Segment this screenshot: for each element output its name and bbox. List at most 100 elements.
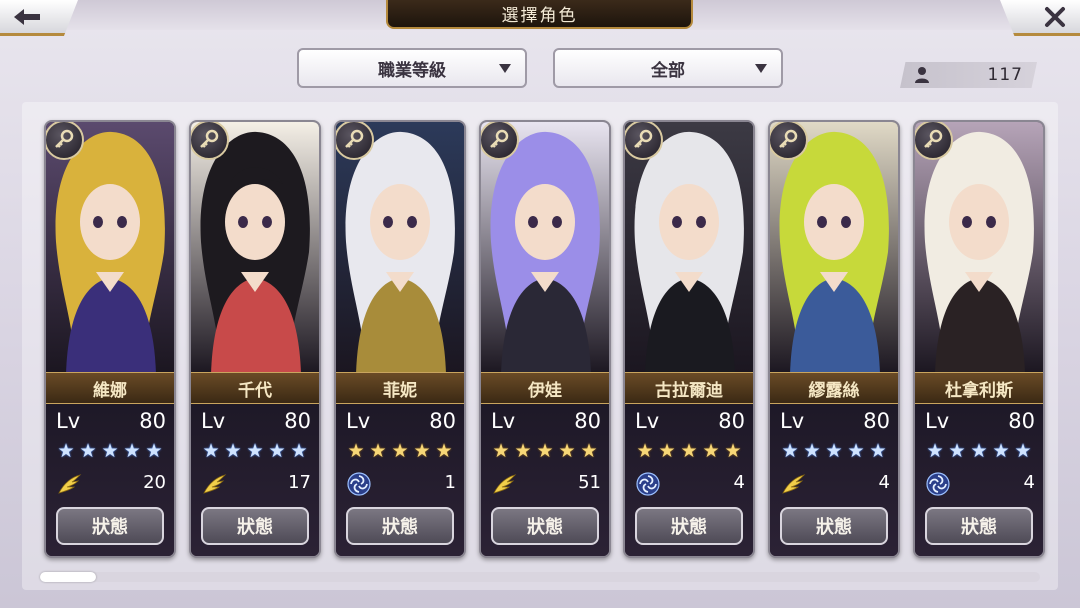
rarity-stars: ★ ★ ★ ★ ★ xyxy=(780,441,892,463)
wing-icon xyxy=(203,474,227,494)
star-icon: ★ xyxy=(847,440,865,462)
status-button[interactable]: 狀態 xyxy=(925,507,1033,545)
star-icon: ★ xyxy=(224,440,242,462)
character-card[interactable]: 杜拿利斯 Lv 80 ★ ★ ★ ★ ★ 4 狀態 xyxy=(913,120,1045,558)
type-row: 17 xyxy=(201,469,311,499)
level-row: Lv 80 xyxy=(346,409,456,437)
back-button[interactable] xyxy=(0,0,78,36)
type-row: 4 xyxy=(780,469,890,499)
close-button[interactable] xyxy=(1000,0,1080,36)
character-card[interactable]: 維娜 Lv 80 ★ ★ ★ ★ ★ 20 狀態 xyxy=(44,120,176,558)
key-icon xyxy=(625,122,663,160)
level-value: 80 xyxy=(284,409,311,433)
type-value: 20 xyxy=(143,472,166,493)
star-icon: ★ xyxy=(123,440,141,462)
wing-icon xyxy=(782,474,806,494)
level-label: Lv xyxy=(780,409,805,433)
level-row: Lv 80 xyxy=(491,409,601,437)
type-value: 4 xyxy=(878,472,890,493)
level-row: Lv 80 xyxy=(925,409,1035,437)
scrollbar-thumb[interactable] xyxy=(40,572,96,582)
star-icon: ★ xyxy=(514,440,532,462)
star-icon: ★ xyxy=(803,440,821,462)
chevron-down-icon xyxy=(499,64,511,73)
filter-all-dropdown[interactable]: 全部 xyxy=(553,48,783,88)
star-icon: ★ xyxy=(558,440,576,462)
rarity-stars: ★ ★ ★ ★ ★ xyxy=(346,441,458,463)
star-icon: ★ xyxy=(290,440,308,462)
class-rank-dropdown[interactable]: 職業等級 xyxy=(297,48,527,88)
status-button[interactable]: 狀態 xyxy=(780,507,888,545)
level-row: Lv 80 xyxy=(201,409,311,437)
character-card[interactable]: 伊娃 Lv 80 ★ ★ ★ ★ ★ 51 狀態 xyxy=(479,120,611,558)
level-label: Lv xyxy=(201,409,226,433)
type-row: 4 xyxy=(635,469,745,499)
star-icon: ★ xyxy=(869,440,887,462)
key-icon xyxy=(191,122,229,160)
star-icon: ★ xyxy=(636,440,654,462)
star-icon: ★ xyxy=(948,440,966,462)
level-value: 80 xyxy=(863,409,890,433)
type-value: 4 xyxy=(733,472,745,493)
star-icon: ★ xyxy=(57,440,75,462)
level-value: 80 xyxy=(1008,409,1035,433)
swirl-icon xyxy=(636,472,660,496)
star-icon: ★ xyxy=(702,440,720,462)
level-row: Lv 80 xyxy=(56,409,166,437)
character-card[interactable]: 繆露絲 Lv 80 ★ ★ ★ ★ ★ 4 狀態 xyxy=(768,120,900,558)
star-icon: ★ xyxy=(268,440,286,462)
type-value: 51 xyxy=(578,472,601,493)
level-label: Lv xyxy=(491,409,516,433)
status-button[interactable]: 狀態 xyxy=(346,507,454,545)
scrollbar-track[interactable] xyxy=(40,572,1040,582)
star-icon: ★ xyxy=(79,440,97,462)
status-button[interactable]: 狀態 xyxy=(201,507,309,545)
star-icon: ★ xyxy=(101,440,119,462)
level-row: Lv 80 xyxy=(635,409,745,437)
rarity-stars: ★ ★ ★ ★ ★ xyxy=(635,441,747,463)
level-label: Lv xyxy=(925,409,950,433)
rarity-stars: ★ ★ ★ ★ ★ xyxy=(491,441,603,463)
type-row: 4 xyxy=(925,469,1035,499)
type-value: 17 xyxy=(288,472,311,493)
rarity-stars: ★ ★ ★ ★ ★ xyxy=(201,441,313,463)
key-icon xyxy=(46,122,84,160)
filter-all-label: 全部 xyxy=(651,60,685,81)
character-count-box: 117 xyxy=(900,62,1037,88)
level-value: 80 xyxy=(139,409,166,433)
star-icon: ★ xyxy=(391,440,409,462)
level-value: 80 xyxy=(574,409,601,433)
character-card[interactable]: 古拉爾迪 Lv 80 ★ ★ ★ ★ ★ 4 狀態 xyxy=(623,120,755,558)
star-icon: ★ xyxy=(825,440,843,462)
person-icon xyxy=(915,67,929,83)
key-icon xyxy=(481,122,519,160)
status-button[interactable]: 狀態 xyxy=(491,507,599,545)
key-icon xyxy=(336,122,374,160)
character-name: 杜拿利斯 xyxy=(915,372,1043,404)
status-button[interactable]: 狀態 xyxy=(56,507,164,545)
star-icon: ★ xyxy=(1014,440,1032,462)
star-icon: ★ xyxy=(536,440,554,462)
swirl-icon xyxy=(926,472,950,496)
wing-icon xyxy=(493,474,517,494)
star-icon: ★ xyxy=(680,440,698,462)
star-icon: ★ xyxy=(492,440,510,462)
page-title: 選擇角色 xyxy=(386,0,693,29)
character-name: 繆露絲 xyxy=(770,372,898,404)
character-info: Lv 80 ★ ★ ★ ★ ★ 20 狀態 xyxy=(46,403,174,556)
character-info: Lv 80 ★ ★ ★ ★ ★ 51 狀態 xyxy=(481,403,609,556)
status-button[interactable]: 狀態 xyxy=(635,507,743,545)
type-row: 20 xyxy=(56,469,166,499)
wing-icon xyxy=(58,474,82,494)
star-icon: ★ xyxy=(145,440,163,462)
character-info: Lv 80 ★ ★ ★ ★ ★ 4 狀態 xyxy=(625,403,753,556)
star-icon: ★ xyxy=(992,440,1010,462)
character-card[interactable]: 菲妮 Lv 80 ★ ★ ★ ★ ★ 1 狀態 xyxy=(334,120,466,558)
star-icon: ★ xyxy=(435,440,453,462)
star-icon: ★ xyxy=(926,440,944,462)
character-card[interactable]: 千代 Lv 80 ★ ★ ★ ★ ★ 17 狀態 xyxy=(189,120,321,558)
chevron-down-icon xyxy=(755,64,767,73)
type-row: 1 xyxy=(346,469,456,499)
character-name: 古拉爾迪 xyxy=(625,372,753,404)
level-label: Lv xyxy=(635,409,660,433)
